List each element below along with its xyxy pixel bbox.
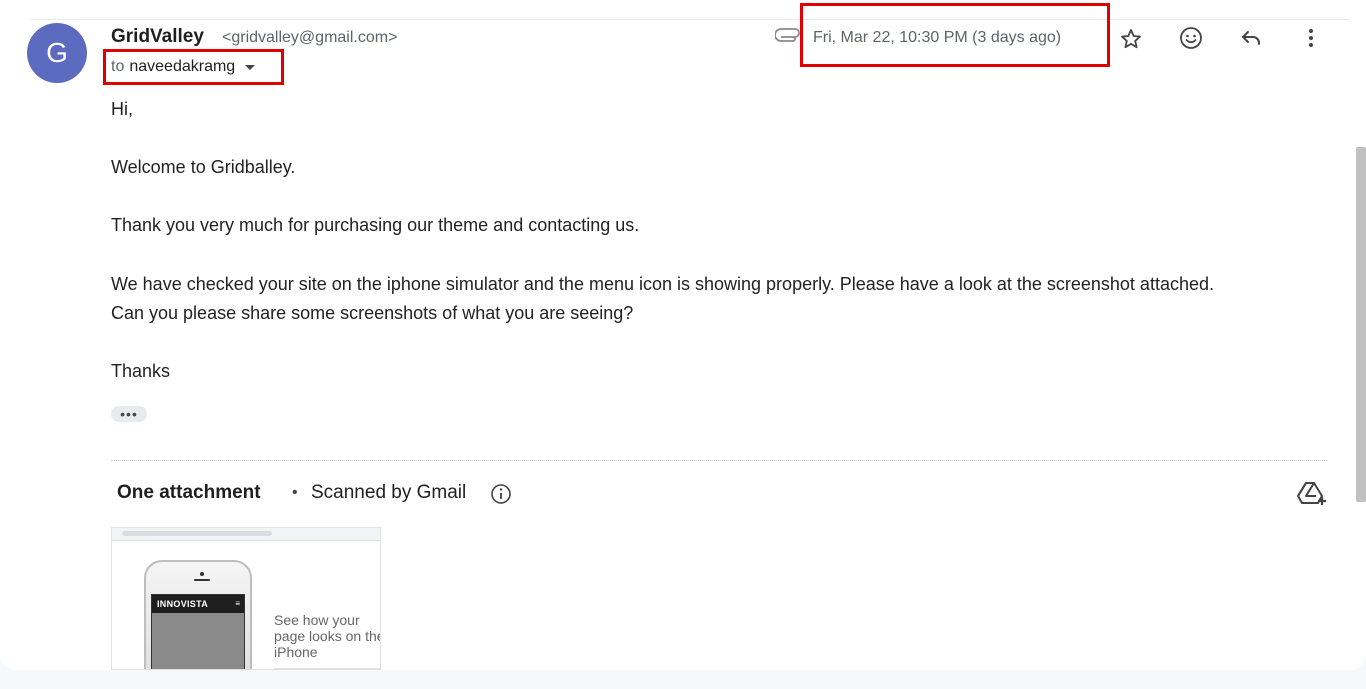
add-to-drive-icon[interactable] — [1296, 479, 1328, 507]
thumbnail-phone-speaker — [194, 579, 210, 581]
date-highlight-box — [800, 3, 1110, 67]
more-vert-icon — [1309, 29, 1313, 47]
info-icon[interactable] — [490, 483, 512, 505]
recipient-highlight-box — [103, 49, 284, 85]
attachments-scan-status: Scanned by Gmail — [311, 482, 467, 503]
body-share-request: Can you please share some screenshots of… — [111, 303, 634, 323]
more-options-button[interactable] — [1295, 22, 1327, 54]
thumbnail-site-header: INNOVISTA ≡ — [152, 595, 244, 613]
thumbnail-phone-image: INNOVISTA ≡ — [144, 560, 252, 669]
star-button[interactable] — [1115, 23, 1147, 55]
sender-avatar[interactable]: G — [27, 23, 87, 83]
thumbnail-url-bar — [122, 531, 272, 536]
scrollbar-thumb[interactable] — [1356, 147, 1366, 502]
thumbnail-browser-bar — [112, 528, 380, 541]
sender-email: <gridvalley@gmail.com> — [222, 29, 398, 46]
thumbnail-phone-camera — [200, 572, 204, 576]
body-greeting: Hi, — [111, 99, 133, 119]
emoji-icon — [1180, 27, 1202, 49]
hamburger-menu-icon: ≡ — [235, 599, 240, 608]
email-card: G GridValley <gridvalley@gmail.com> to n… — [0, 0, 1366, 670]
paperclip-icon — [775, 28, 800, 42]
reply-button[interactable] — [1235, 22, 1267, 54]
attachment-thumbnail[interactable]: INNOVISTA ≡ See how your page looks on t… — [111, 527, 381, 670]
attachments-divider — [111, 460, 1327, 461]
thumbnail-tagline: See how your page looks on the iPhone — [274, 612, 381, 660]
body-welcome: Welcome to Gridballey. — [111, 157, 296, 177]
body-signoff: Thanks — [111, 361, 171, 381]
attachments-title: One attachment — [117, 482, 261, 503]
sender-name[interactable]: GridValley — [111, 26, 204, 48]
thumbnail-brand: INNOVISTA — [157, 599, 209, 609]
body-thanks-purchase: Thank you very much for purchasing our t… — [111, 215, 640, 235]
star-icon — [1121, 29, 1141, 49]
reply-icon — [1242, 31, 1260, 45]
show-trimmed-content-button[interactable]: ••• — [111, 406, 147, 422]
thumbnail-divider — [274, 668, 380, 669]
thumbnail-phone-screen: INNOVISTA ≡ — [151, 594, 245, 669]
body-checked-site: We have checked your site on the iphone … — [111, 274, 1214, 294]
attachments-separator: • — [292, 484, 298, 501]
add-reaction-button[interactable] — [1175, 22, 1207, 54]
header-divider — [30, 19, 1350, 20]
